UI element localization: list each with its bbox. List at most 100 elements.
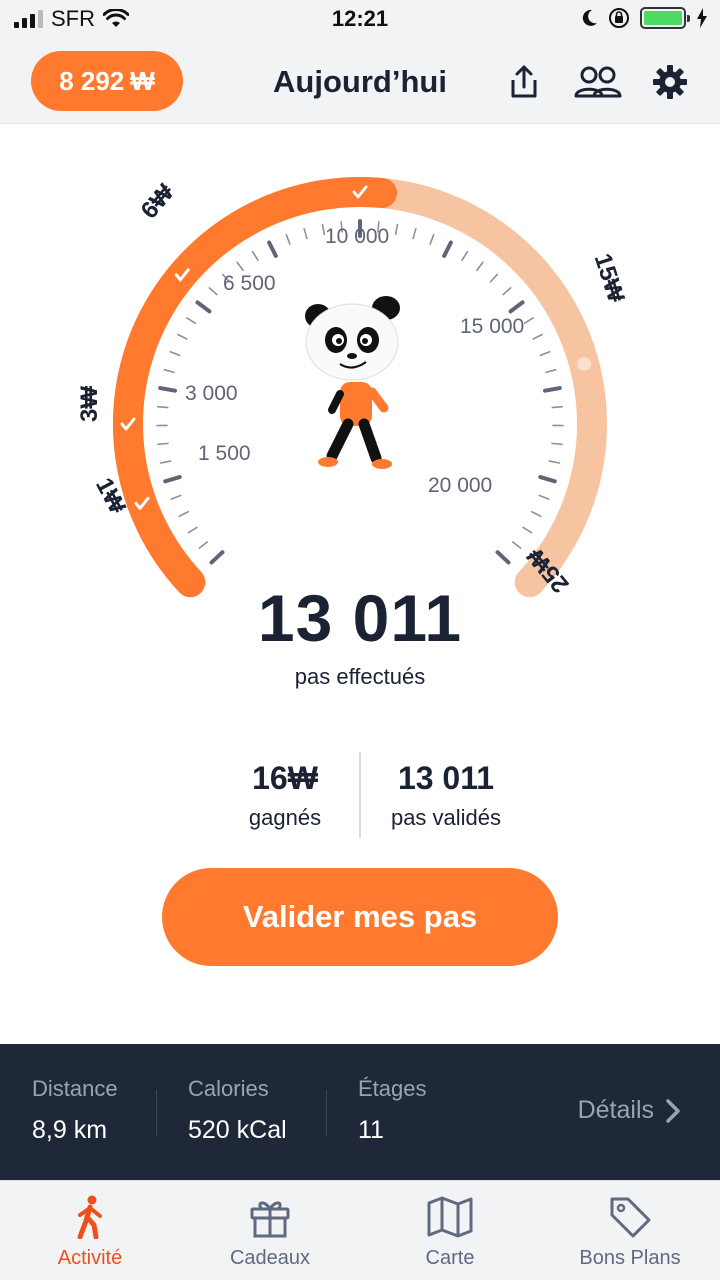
gauge-tick bbox=[195, 300, 212, 314]
status-bar: SFR 12:21 bbox=[0, 0, 720, 40]
gauge-tick bbox=[543, 386, 562, 393]
steps-gauge: 1 500 3 000 6 500 10 000 15 000 20 000 1… bbox=[0, 124, 720, 604]
panda-mascot-icon bbox=[305, 296, 400, 469]
battery-icon bbox=[640, 7, 690, 29]
gauge-tick bbox=[157, 442, 169, 446]
gauge-tick bbox=[176, 333, 188, 340]
earned-stat: 16₩ gagnés bbox=[210, 760, 360, 831]
walking-icon bbox=[77, 1195, 102, 1239]
rotation-lock-icon bbox=[609, 8, 629, 28]
gauge-tick bbox=[531, 510, 542, 518]
gauge-tick bbox=[169, 350, 181, 357]
share-icon bbox=[511, 65, 537, 98]
gauge-tick bbox=[158, 386, 177, 393]
validated-label: pas validés bbox=[390, 805, 502, 830]
floors-stat: Étages 11 bbox=[358, 1076, 427, 1145]
settings-button[interactable] bbox=[648, 60, 692, 104]
gauge-tick bbox=[508, 300, 525, 314]
tag-icon bbox=[610, 1197, 651, 1238]
gauge-tick bbox=[495, 550, 511, 565]
gauge-tick bbox=[163, 475, 182, 484]
distance-value: 8,9 km bbox=[32, 1116, 108, 1144]
users-icon bbox=[574, 66, 622, 98]
earned-label: gagnés bbox=[248, 805, 322, 830]
gauge-tick bbox=[523, 317, 534, 325]
gauge-tick bbox=[522, 526, 533, 534]
tab-label: Carte bbox=[425, 1247, 475, 1269]
moon-icon bbox=[582, 9, 597, 26]
gauge-tick bbox=[551, 405, 564, 409]
details-button[interactable]: Détails bbox=[578, 1096, 680, 1125]
gauge-tick bbox=[548, 460, 561, 464]
bottom-tab-bar: Activité Cadeaux Carte Bons Plans bbox=[0, 1180, 720, 1280]
gauge-tick bbox=[538, 475, 557, 484]
calories-value: 520 kCal bbox=[188, 1116, 287, 1144]
gauge-tick bbox=[502, 287, 512, 296]
charging-icon bbox=[697, 8, 707, 28]
calories-label: Calories bbox=[188, 1076, 269, 1101]
gauge-tick bbox=[489, 273, 499, 283]
gauge-tick bbox=[186, 317, 197, 325]
gauge-tick bbox=[429, 234, 435, 245]
steps-count: 13 011 bbox=[257, 581, 463, 655]
gauge-tick bbox=[545, 368, 557, 374]
scale-label-20000: 20 000 bbox=[428, 474, 493, 497]
gauge-tick bbox=[539, 350, 551, 357]
gauge-tick bbox=[251, 250, 259, 261]
chevron-right-icon bbox=[666, 1098, 680, 1123]
milestone-3: 3₩ bbox=[76, 386, 103, 422]
gauge-tick bbox=[412, 228, 417, 240]
milestone-dot bbox=[577, 356, 592, 371]
friends-button[interactable] bbox=[574, 60, 622, 104]
gauge-tick bbox=[187, 526, 198, 534]
gauge-tick bbox=[267, 240, 278, 258]
gauge-tick bbox=[538, 494, 550, 500]
status-right bbox=[580, 7, 708, 29]
floors-label: Étages bbox=[358, 1076, 427, 1101]
tab-carte[interactable]: Carte bbox=[360, 1195, 540, 1270]
tab-label: Bons Plans bbox=[579, 1247, 681, 1269]
gauge-tick bbox=[461, 250, 469, 261]
gauge-tick bbox=[285, 234, 291, 245]
gauge-tick bbox=[532, 333, 544, 340]
scale-label-10000: 10 000 bbox=[325, 225, 390, 248]
gift-icon bbox=[250, 1201, 290, 1238]
gauge-tick bbox=[209, 550, 225, 565]
distance-label: Distance bbox=[32, 1076, 118, 1101]
calories-stat: Calories 520 kCal bbox=[188, 1076, 287, 1145]
gauge-tick bbox=[156, 405, 169, 409]
tab-cadeaux[interactable]: Cadeaux bbox=[180, 1195, 360, 1270]
gauge-tick bbox=[442, 240, 453, 258]
gauge-tick bbox=[511, 541, 522, 549]
validate-steps-button[interactable]: Valider mes pas bbox=[162, 868, 558, 966]
activity-summary-panel: Distance 8,9 km Calories 520 kCal Étages… bbox=[0, 1044, 720, 1180]
floors-value: 11 bbox=[358, 1116, 384, 1144]
tab-label: Activité bbox=[57, 1247, 123, 1269]
distance-stat: Distance 8,9 km bbox=[32, 1076, 118, 1145]
gauge-tick bbox=[394, 223, 399, 236]
stats-row: 16₩ gagnés 13 011 pas validés bbox=[0, 752, 720, 838]
gauge-tick bbox=[198, 541, 209, 549]
steps-label: pas effectués bbox=[294, 664, 426, 689]
tab-label: Cadeaux bbox=[229, 1247, 311, 1269]
map-icon bbox=[427, 1196, 473, 1238]
gauge-tick bbox=[170, 494, 182, 500]
gauge-tick bbox=[178, 510, 189, 518]
panel-divider bbox=[326, 1090, 327, 1136]
gear-icon bbox=[653, 65, 687, 99]
stats-divider bbox=[359, 752, 361, 838]
coin-symbol: ₩ bbox=[287, 760, 318, 796]
gauge-tick bbox=[163, 368, 175, 374]
validated-stat: 13 011 pas validés bbox=[366, 760, 526, 831]
tab-bons-plans[interactable]: Bons Plans bbox=[540, 1195, 720, 1270]
tab-activite[interactable]: Activité bbox=[0, 1195, 180, 1270]
share-button[interactable] bbox=[502, 60, 546, 104]
gauge-tick bbox=[236, 261, 245, 272]
gauge-tick bbox=[551, 442, 563, 446]
details-label: Détails bbox=[577, 1096, 654, 1124]
gauge-tick bbox=[475, 261, 484, 272]
scale-label-1500: 1 500 bbox=[198, 442, 251, 465]
scale-label-6500: 6 500 bbox=[223, 272, 276, 295]
app-header: 8 292 ₩ Aujourd’hui bbox=[0, 40, 720, 124]
scale-label-3000: 3 000 bbox=[185, 382, 238, 405]
